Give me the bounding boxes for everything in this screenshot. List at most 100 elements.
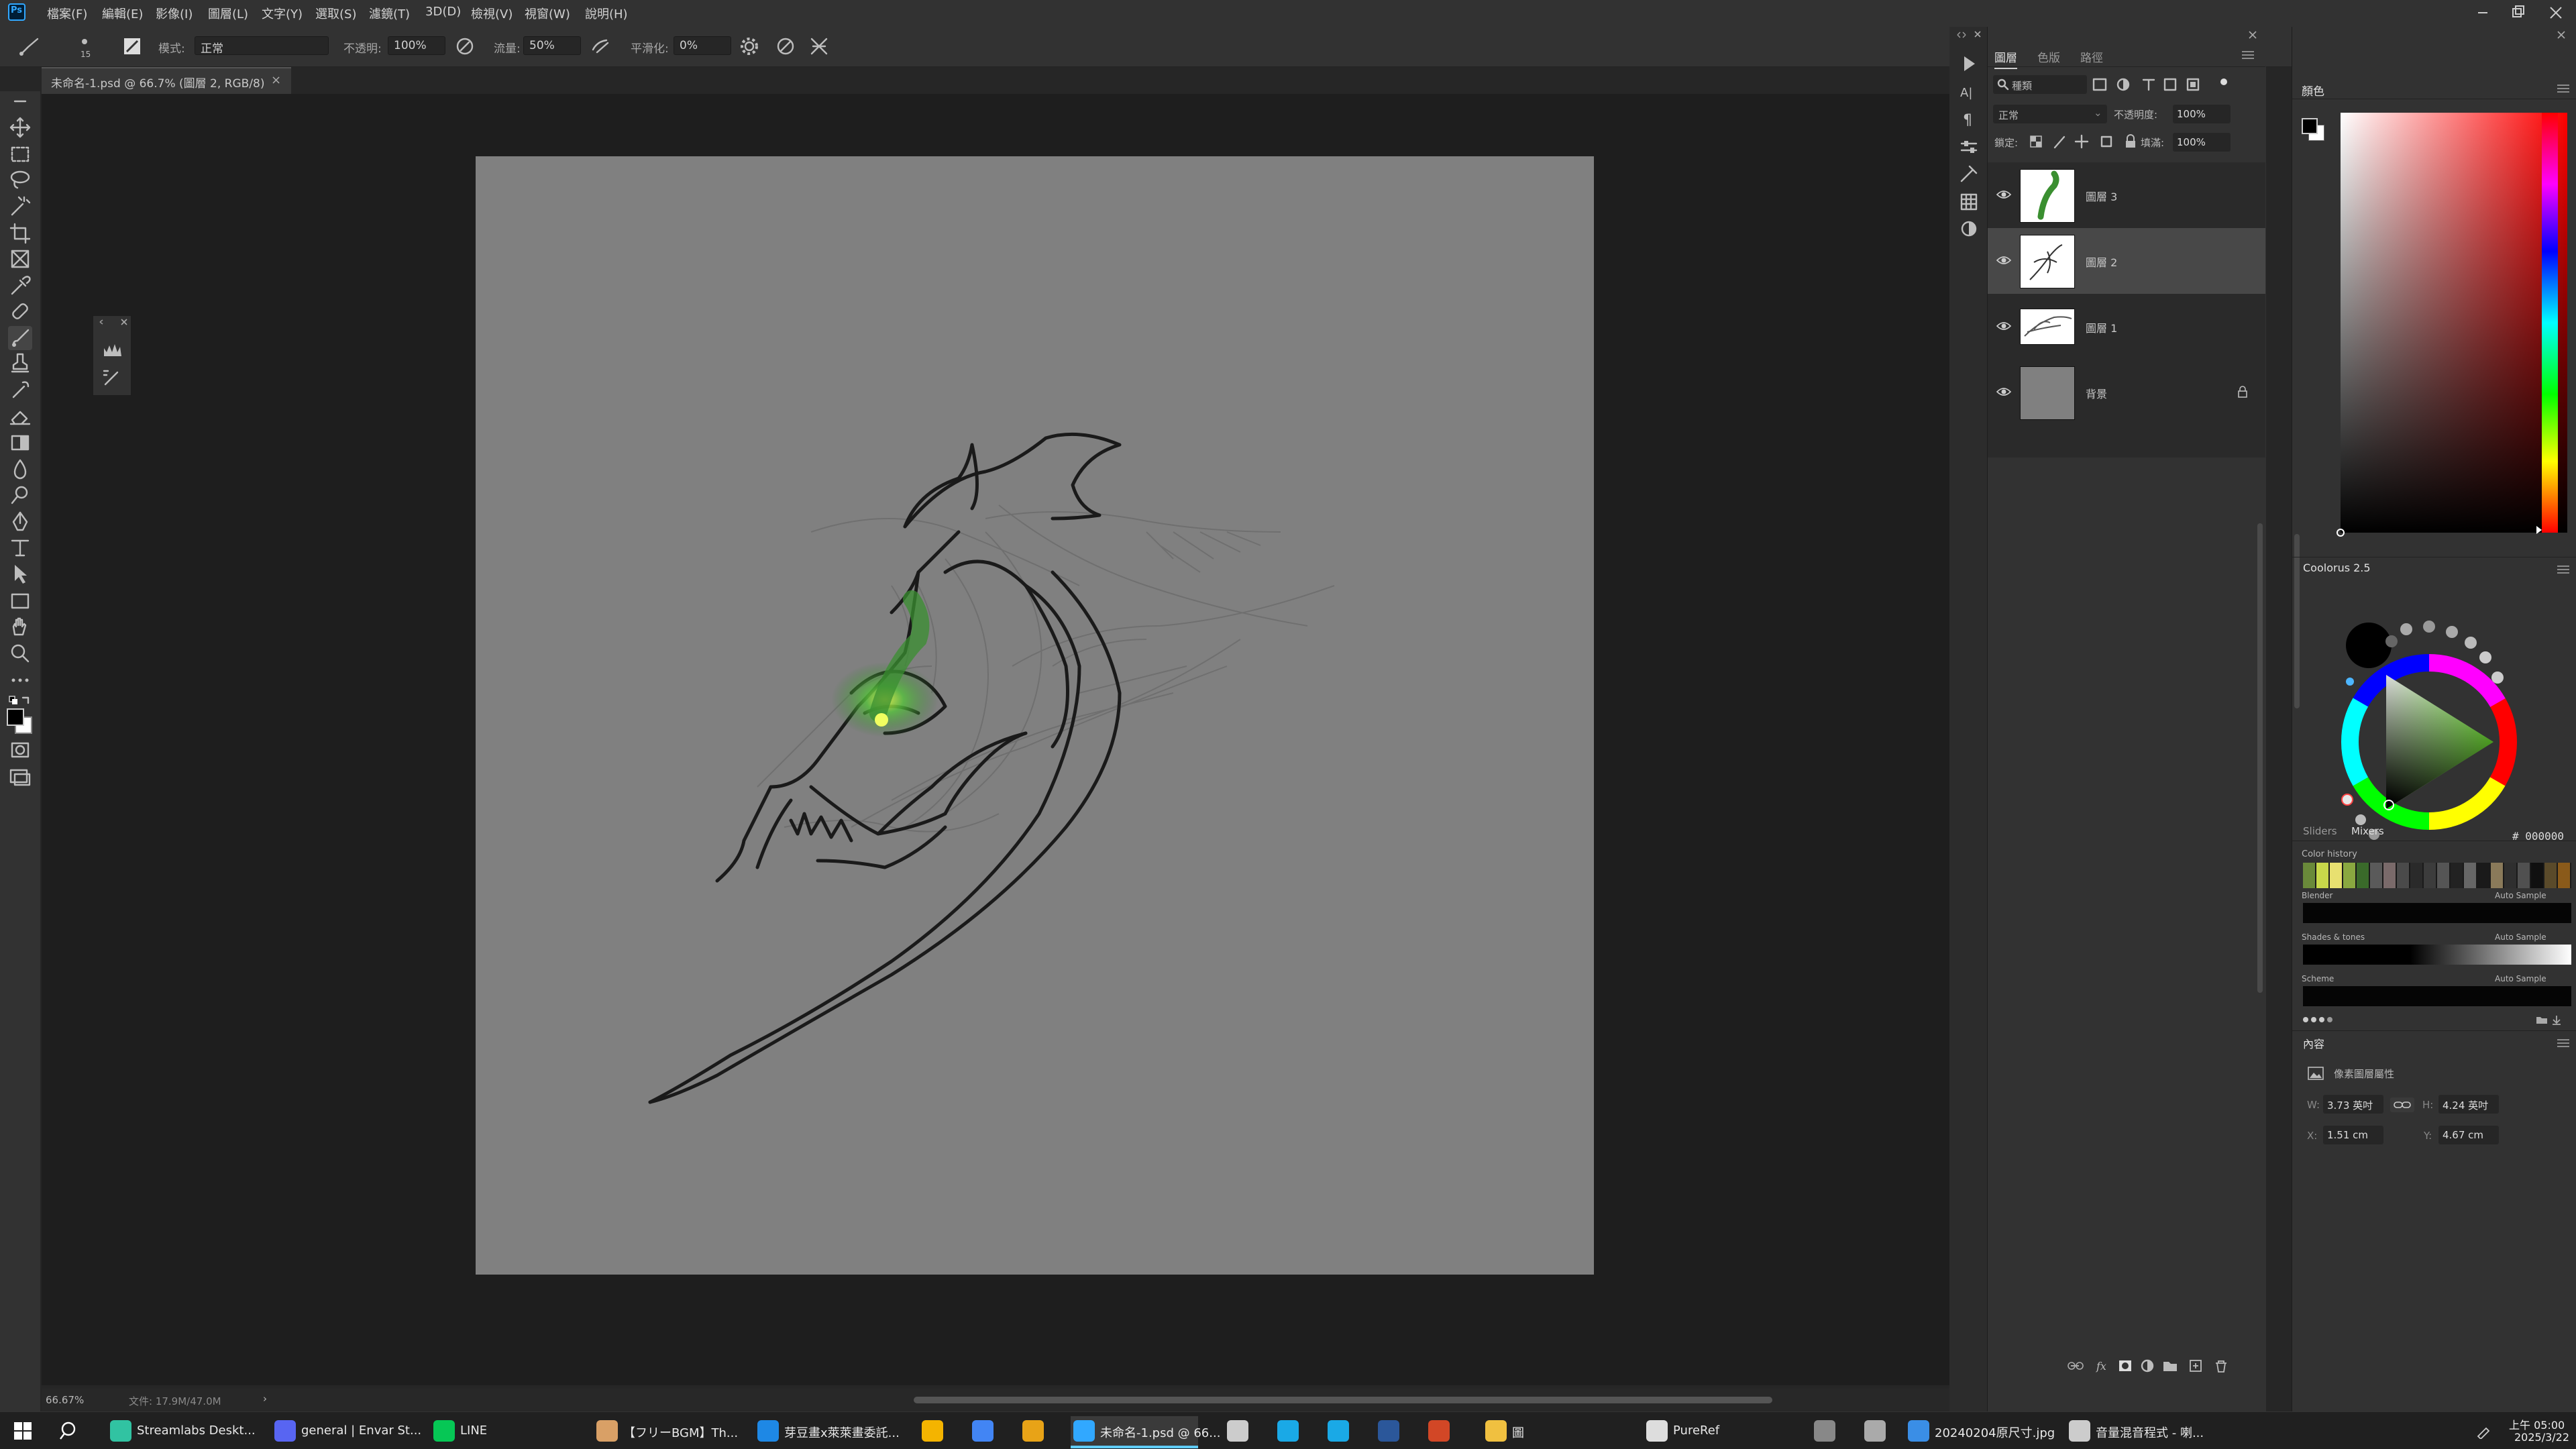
layers-panel-menu-icon[interactable] — [2240, 50, 2256, 60]
saturation-brightness-field[interactable] — [2337, 113, 2567, 537]
taskbar-app-8[interactable]: 未命名-1.psd @ 66... — [1071, 1416, 1220, 1446]
visibility-eye-icon[interactable] — [1996, 385, 2012, 398]
filter-shape-icon[interactable] — [2163, 78, 2177, 91]
move-tool-icon[interactable] — [8, 115, 32, 140]
hand-tool-icon[interactable] — [8, 614, 32, 639]
menu-file[interactable]: 檔案(F) — [47, 5, 87, 22]
y-input[interactable]: 4.67 cm — [2438, 1126, 2499, 1144]
layer-opacity-input[interactable]: 100% — [2173, 105, 2231, 123]
right-column-close-icon[interactable] — [2551, 30, 2571, 40]
history-swatch[interactable] — [2491, 863, 2504, 888]
taskbar-app-6[interactable] — [969, 1416, 1010, 1446]
taskbar-app-14[interactable]: 圖 — [1483, 1416, 1563, 1446]
history-swatch[interactable] — [2303, 863, 2316, 888]
menu-window[interactable]: 視窗(W) — [525, 5, 570, 22]
swap-colors-icon[interactable] — [8, 694, 32, 708]
history-swatch[interactable] — [2316, 863, 2330, 888]
taskbar-app-2[interactable]: LINE — [431, 1416, 504, 1446]
floating-panel-close-icon[interactable] — [121, 319, 127, 325]
visibility-eye-icon[interactable] — [1996, 254, 2012, 267]
taskbar-app-3[interactable]: 【フリーBGM】Th... — [594, 1416, 745, 1446]
history-swatch[interactable] — [2504, 863, 2518, 888]
crop-tool-icon[interactable] — [8, 221, 32, 246]
path-selection-tool-icon[interactable] — [8, 562, 32, 586]
windows-start-icon[interactable] — [13, 1421, 32, 1440]
filter-type-icon[interactable] — [2142, 78, 2155, 91]
lock-all-icon[interactable] — [2126, 134, 2135, 148]
coolorus-title[interactable]: Coolorus 2.5 — [2303, 561, 2371, 574]
taskbar-app-18[interactable]: 20240204原尺寸.jpg — [1905, 1416, 2055, 1446]
swatches-grid-icon[interactable] — [1959, 192, 1979, 212]
taskbar-app-16[interactable] — [1811, 1416, 1851, 1446]
menu-type[interactable]: 文字(Y) — [262, 5, 303, 22]
lock-position-icon[interactable] — [2074, 134, 2089, 149]
taskbar-app-0[interactable]: Streamlabs Deskt... — [107, 1416, 256, 1446]
history-swatch[interactable] — [2330, 863, 2343, 888]
close-window-icon[interactable] — [2550, 7, 2562, 19]
smoothing-input[interactable]: 0% — [674, 36, 731, 55]
color-panel-title[interactable]: 顏色 — [2302, 82, 2324, 99]
restore-icon[interactable] — [2512, 5, 2524, 17]
tab-paths[interactable]: 路徑 — [2080, 48, 2103, 65]
taskbar-app-13[interactable] — [1426, 1416, 1466, 1446]
menu-select[interactable]: 選取(S) — [315, 5, 356, 22]
color-history-strip[interactable] — [2303, 863, 2571, 888]
document-canvas[interactable] — [476, 156, 1594, 1275]
blur-tool-icon[interactable] — [8, 458, 32, 482]
magic-wand-tool-icon[interactable] — [8, 195, 32, 219]
taskbar-app-11[interactable] — [1325, 1416, 1365, 1446]
clone-stamp-tool-icon[interactable] — [8, 352, 32, 376]
history-swatch[interactable] — [2370, 863, 2383, 888]
color-panel-foreground-swatch[interactable] — [2302, 118, 2318, 134]
properties-title[interactable]: 內容 — [2303, 1035, 2324, 1051]
zoom-tool-icon[interactable] — [8, 641, 32, 665]
x-input[interactable]: 1.51 cm — [2323, 1126, 2383, 1144]
taskbar-app-19[interactable]: 音量混音程式 - 喇... — [2066, 1416, 2214, 1446]
pressure-opacity-icon[interactable] — [455, 36, 475, 56]
taskbar-app-1[interactable]: general | Envar St... — [272, 1416, 421, 1446]
history-swatch[interactable] — [2531, 863, 2544, 888]
width-input[interactable]: 3.73 英吋 — [2323, 1095, 2383, 1114]
mixer-folder-icon[interactable] — [2536, 1017, 2547, 1024]
layers-scrollbar[interactable] — [2257, 523, 2263, 993]
layer-filter-select[interactable]: 種類 — [1993, 75, 2087, 94]
layer-blend-mode-select[interactable]: 正常 ⌄ — [1993, 105, 2107, 123]
menu-filter[interactable]: 濾鏡(T) — [369, 5, 410, 22]
symmetry-icon[interactable] — [809, 36, 829, 56]
link-layers-icon[interactable] — [2068, 1362, 2084, 1370]
horizontal-scrollbar[interactable] — [914, 1397, 1772, 1403]
history-swatch[interactable] — [2558, 863, 2571, 888]
taskbar-app-5[interactable] — [919, 1416, 959, 1446]
layer-row-2-selected[interactable]: 圖層 2 — [1988, 228, 2265, 294]
history-swatch[interactable] — [2424, 863, 2437, 888]
scheme-bar[interactable] — [2303, 986, 2571, 1006]
history-swatch[interactable] — [2343, 863, 2357, 888]
airbrush-icon[interactable] — [590, 36, 610, 56]
coolorus-menu-icon[interactable] — [2555, 564, 2571, 575]
layer-style-fx-icon[interactable]: fx — [2096, 1360, 2106, 1373]
menu-3d[interactable]: 3D(D) — [425, 5, 461, 19]
tab-channels[interactable]: 色版 — [2037, 48, 2060, 65]
history-swatch[interactable] — [2383, 863, 2397, 888]
menu-help[interactable]: 說明(H) — [585, 5, 628, 22]
marquee-tool-icon[interactable] — [8, 142, 32, 166]
hue-slider[interactable] — [2536, 113, 2558, 534]
layer-row-1[interactable]: 圖層 1 — [1988, 294, 2265, 360]
history-swatch[interactable] — [2410, 863, 2424, 888]
color-panel-menu-icon[interactable] — [2555, 83, 2571, 94]
close-tab-icon[interactable]: × — [271, 73, 281, 87]
menu-view[interactable]: 檢視(V) — [471, 5, 513, 22]
link-dimensions-icon[interactable] — [2389, 1096, 2416, 1114]
visibility-eye-icon[interactable] — [1996, 188, 2012, 201]
properties-menu-icon[interactable] — [2555, 1038, 2571, 1049]
current-color-circle[interactable] — [2346, 623, 2392, 668]
brush-settings-panel-icon[interactable] — [101, 367, 124, 387]
history-brush-tool-icon[interactable] — [8, 378, 32, 402]
opacity-input[interactable]: 100% — [388, 36, 445, 55]
tab-mixers[interactable]: Mixers — [2351, 825, 2384, 837]
flow-input[interactable]: 50% — [523, 36, 581, 55]
taskbar-app-4[interactable]: 芽豆畫x萊萊畫委託... — [755, 1416, 909, 1446]
mixer-save-icon[interactable] — [2553, 1016, 2561, 1025]
new-layer-icon[interactable] — [2190, 1360, 2202, 1372]
filter-pixel-icon[interactable] — [2092, 78, 2107, 91]
